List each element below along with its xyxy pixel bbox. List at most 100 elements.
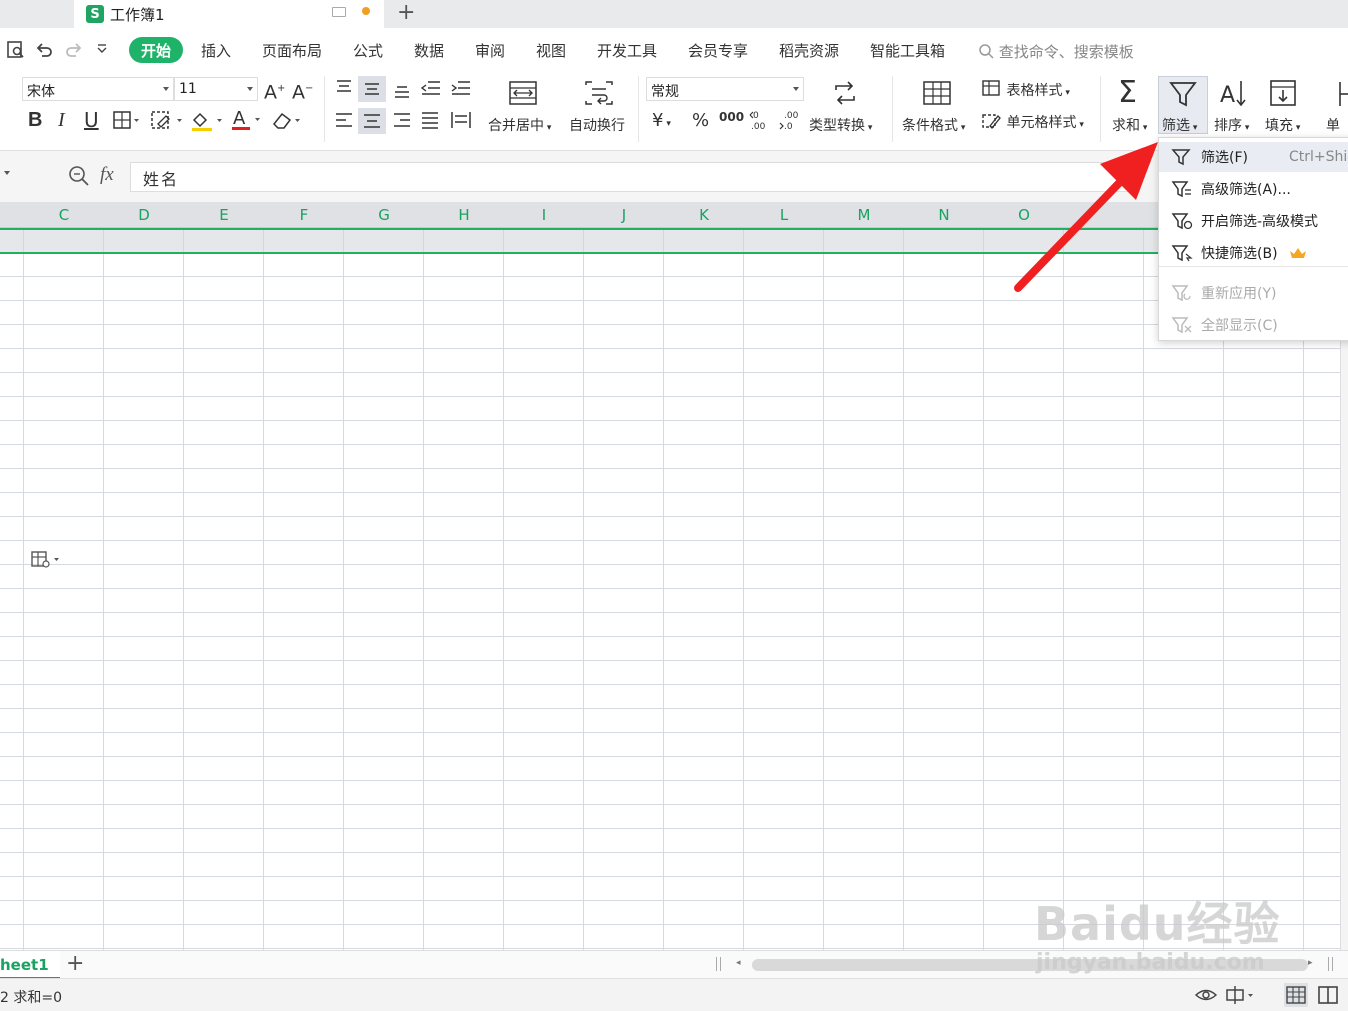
conditional-format-button[interactable]: 条件格式 ▾: [902, 115, 965, 135]
normal-view-icon[interactable]: [1284, 983, 1308, 1007]
menu-item-quick-filter[interactable]: 快捷筛选(B): [1159, 238, 1348, 268]
table-style-button[interactable]: 表格样式 ▾: [982, 80, 1070, 100]
align-bottom-icon[interactable]: [392, 80, 412, 103]
type-convert-button[interactable]: 类型转换 ▾: [809, 115, 872, 135]
currency-button[interactable]: ¥ ▾: [652, 110, 671, 131]
column-header[interactable]: E: [184, 206, 264, 224]
column-header[interactable]: H: [424, 206, 504, 224]
monitor-icon[interactable]: [332, 7, 346, 17]
decrease-font-icon[interactable]: A−: [292, 79, 313, 102]
align-middle-icon[interactable]: [358, 76, 386, 102]
tab-insert[interactable]: 插入: [201, 40, 231, 61]
eye-protection-icon[interactable]: [1194, 985, 1218, 1009]
insert-function-icon[interactable]: fx: [100, 164, 114, 186]
document-tab[interactable]: S 工作簿1: [74, 0, 384, 28]
tab-page-layout[interactable]: 页面布局: [262, 40, 322, 61]
menu-item-label: 高级筛选(A)...: [1201, 182, 1291, 198]
percent-button[interactable]: %: [692, 110, 709, 131]
column-header[interactable]: D: [104, 206, 184, 224]
sort-button[interactable]: 排序 ▾: [1214, 115, 1249, 135]
merge-center-icon[interactable]: [508, 80, 538, 109]
undo-icon[interactable]: [34, 40, 54, 65]
page-layout-view-icon[interactable]: [1316, 983, 1340, 1011]
command-search[interactable]: 查找命令、搜索模板: [978, 41, 1134, 62]
column-header[interactable]: I: [504, 206, 584, 224]
tab-start[interactable]: 开始: [129, 37, 183, 63]
formula-input[interactable]: 姓名: [130, 162, 1140, 192]
type-convert-icon[interactable]: [832, 80, 858, 109]
scroll-split-icon[interactable]: [716, 957, 721, 971]
clear-format-icon[interactable]: [270, 110, 304, 135]
decrease-decimal-icon[interactable]: .00.0: [778, 108, 800, 135]
layout-view-icon[interactable]: [1224, 985, 1258, 1009]
number-format-select[interactable]: 常规: [646, 77, 804, 101]
scroll-left-icon[interactable]: ◂: [736, 958, 741, 968]
tab-smart-toolbox[interactable]: 智能工具箱: [870, 40, 945, 61]
underline-icon[interactable]: U: [84, 110, 99, 130]
cell-fill-pattern-icon[interactable]: [150, 110, 184, 133]
column-header[interactable]: C: [24, 206, 104, 224]
sum-icon[interactable]: Σ: [1118, 78, 1137, 108]
merge-center-button[interactable]: 合并居中 ▾: [488, 115, 551, 135]
align-top-icon[interactable]: [334, 78, 354, 101]
add-sheet-button[interactable]: +: [66, 951, 84, 977]
tab-member[interactable]: 会员专享: [688, 40, 748, 61]
distributed-align-icon[interactable]: [450, 110, 472, 133]
cell-style-button[interactable]: 单元格样式 ▾: [982, 112, 1084, 132]
fill-down-icon[interactable]: [1268, 78, 1298, 111]
column-header[interactable]: M: [824, 206, 904, 224]
font-color-icon[interactable]: A: [230, 108, 264, 135]
menu-item-advanced-mode[interactable]: 开启筛选-高级模式: [1159, 206, 1348, 236]
tab-formula[interactable]: 公式: [353, 40, 383, 61]
column-header[interactable]: F: [264, 206, 344, 224]
scroll-right-icon[interactable]: ▸: [1308, 958, 1313, 968]
menu-item-filter[interactable]: 筛选(F) Ctrl+Shi: [1159, 142, 1348, 172]
name-box-dropdown-icon[interactable]: [4, 171, 10, 175]
increase-decimal-icon[interactable]: 0.00: [748, 108, 770, 135]
filter-button[interactable]: 筛选 ▾: [1158, 76, 1208, 134]
bold-icon[interactable]: B: [28, 110, 42, 130]
tab-review[interactable]: 审阅: [475, 40, 505, 61]
italic-icon[interactable]: I: [58, 110, 65, 130]
quick-access-dropdown-icon[interactable]: [96, 43, 108, 58]
fill-button[interactable]: 填充 ▾: [1265, 115, 1300, 135]
conditional-format-icon[interactable]: [922, 80, 952, 109]
wrap-text-icon[interactable]: [584, 80, 614, 109]
print-preview-icon[interactable]: [6, 40, 26, 65]
new-tab-button[interactable]: +: [397, 0, 415, 26]
column-header[interactable]: K: [664, 206, 744, 224]
type-convert-label: 类型转换: [809, 118, 865, 134]
align-left-icon[interactable]: [334, 110, 354, 133]
paste-options-icon[interactable]: [30, 549, 64, 573]
tab-view[interactable]: 视图: [536, 40, 566, 61]
scroll-split-right-icon[interactable]: [1328, 957, 1333, 971]
border-icon[interactable]: [112, 110, 140, 133]
wrap-text-button[interactable]: 自动换行: [569, 115, 625, 135]
increase-font-icon[interactable]: A+: [264, 79, 285, 102]
tab-data[interactable]: 数据: [414, 40, 444, 61]
column-header[interactable]: G: [344, 206, 424, 224]
tab-docer[interactable]: 稻壳资源: [779, 40, 839, 61]
menu-item-advanced-filter[interactable]: 高级筛选(A)...: [1159, 174, 1348, 204]
column-header[interactable]: L: [744, 206, 824, 224]
sheet-tab[interactable]: heet1: [0, 951, 60, 979]
font-name-select[interactable]: 宋体: [22, 77, 174, 101]
column-header[interactable]: N: [904, 206, 984, 224]
font-size-select[interactable]: 11: [174, 77, 258, 101]
tab-developer[interactable]: 开发工具: [597, 40, 657, 61]
increase-indent-icon[interactable]: [450, 78, 472, 101]
align-right-icon[interactable]: [392, 110, 412, 133]
redo-icon[interactable]: [64, 40, 84, 65]
cell-icon[interactable]: [1336, 80, 1348, 111]
decrease-indent-icon[interactable]: [420, 78, 442, 101]
filter-mode-icon: [1171, 213, 1193, 230]
sort-icon[interactable]: A: [1218, 78, 1248, 111]
align-center-icon[interactable]: [358, 108, 386, 134]
cell-grid[interactable]: [0, 228, 1340, 950]
zoom-formula-icon[interactable]: [68, 165, 90, 191]
justify-icon[interactable]: [420, 110, 440, 133]
column-header[interactable]: J: [584, 206, 664, 224]
status-bar: 2 求和=0: [0, 978, 1348, 1011]
fill-color-icon[interactable]: [190, 110, 224, 135]
thousands-button[interactable]: 000: [719, 110, 744, 124]
